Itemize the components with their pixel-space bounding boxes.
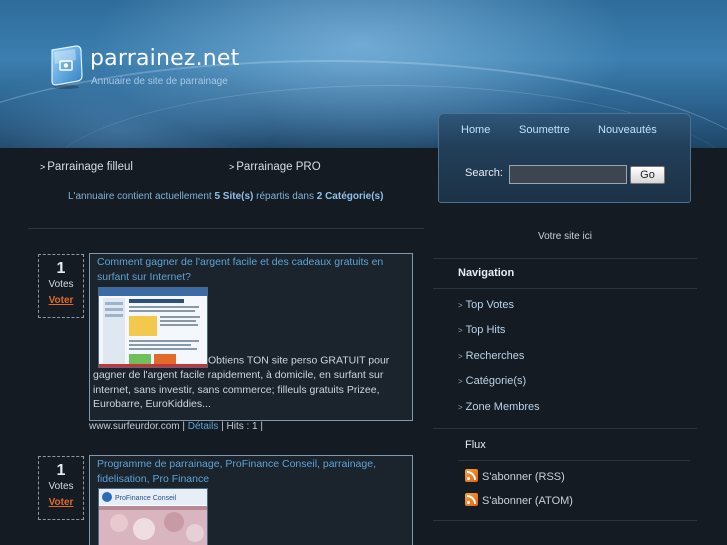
votes-label: Votes <box>48 279 74 290</box>
site-count: 5 Site(s) <box>214 191 254 202</box>
site-thumbnail[interactable] <box>98 287 208 368</box>
bullet-arrow-icon: > <box>229 162 235 172</box>
bullet-arrow-icon: > <box>458 326 463 335</box>
details-link[interactable]: Détails <box>188 421 219 432</box>
sidebar-item-recherches[interactable]: > Recherches <box>458 350 524 362</box>
category-link-filleul[interactable]: > Parrainage filleul <box>40 161 133 173</box>
navigation-heading: Navigation <box>458 267 515 279</box>
search-input[interactable] <box>509 165 627 184</box>
vote-box: 1 Votes Voter <box>38 254 84 318</box>
thumbnail-caption: ProFinance Conseil <box>115 495 177 502</box>
sidebar-item-label[interactable]: Top Hits <box>466 324 506 336</box>
site-title[interactable]: parrainez.net <box>90 46 239 71</box>
category-link-pro[interactable]: > Parrainage PRO <box>229 161 321 173</box>
sidebar-item-top-hits[interactable]: > Top Hits <box>458 324 505 336</box>
sidebar-item-categories[interactable]: > Catégorie(s) <box>458 375 526 387</box>
listing-title[interactable]: Comment gagner de l'argent facile et des… <box>93 255 409 284</box>
description-head: Obtiens TON site perso GRATUIT pour <box>208 354 390 367</box>
bullet-arrow-icon: > <box>458 352 463 361</box>
listing-description: Obtiens TON site perso GRATUIT pour gagn… <box>93 284 409 412</box>
vote-link[interactable]: Voter <box>39 295 83 306</box>
search-label: Search: <box>465 167 503 179</box>
count-middle: répartis dans <box>256 191 314 202</box>
listing-meta: www.surfeurdor.com | Détails | Hits : 1 … <box>89 421 263 432</box>
hits-count: | Hits : 1 | <box>221 421 263 432</box>
divider <box>433 520 697 521</box>
ad-banner-text[interactable]: Votre site ici <box>538 231 592 242</box>
logo-icon[interactable] <box>48 44 84 90</box>
nav-nouveautes-link[interactable]: Nouveautés <box>598 124 657 136</box>
description-rest: gagner de l'argent facile rapidement, à … <box>93 369 384 410</box>
feed-label[interactable]: S'abonner (ATOM) <box>482 495 573 507</box>
sidebar-item-label[interactable]: Catégorie(s) <box>466 375 527 387</box>
category-count: 2 Catégorie(s) <box>316 191 384 202</box>
bullet-arrow-icon: > <box>458 403 463 412</box>
vote-count: 1 <box>56 260 66 277</box>
meta-separator: | <box>182 421 185 432</box>
rss-feed-link[interactable]: S'abonner (RSS) <box>465 469 565 483</box>
sidebar-item-label[interactable]: Zone Membres <box>466 401 540 413</box>
votes-label: Votes <box>48 481 74 492</box>
feed-label[interactable]: S'abonner (RSS) <box>482 471 565 483</box>
divider <box>433 428 697 429</box>
bullet-arrow-icon: > <box>40 162 46 172</box>
sidebar-item-label[interactable]: Recherches <box>466 350 525 362</box>
top-navigation: Home Soumettre Nouveautés Search: Go <box>438 113 691 203</box>
directory-count: L'annuaire contient actuellement 5 Site(… <box>68 191 383 202</box>
search-go-button[interactable]: Go <box>630 166 665 184</box>
rss-icon <box>465 469 478 482</box>
atom-feed-link[interactable]: S'abonner (ATOM) <box>465 493 573 507</box>
vote-count: 1 <box>56 462 66 479</box>
site-subtitle: Annuaire de site de parrainage <box>91 76 228 87</box>
site-thumbnail[interactable]: ProFinance Conseil <box>98 488 208 545</box>
listing-url[interactable]: www.surfeurdor.com <box>89 421 180 432</box>
sidebar-item-zone-membres[interactable]: > Zone Membres <box>458 401 540 413</box>
listing-entry: Comment gagner de l'argent facile et des… <box>89 253 413 421</box>
count-prefix: L'annuaire contient actuellement <box>68 191 212 202</box>
bullet-arrow-icon: > <box>458 301 463 310</box>
rss-icon <box>465 493 478 506</box>
divider <box>433 258 697 259</box>
sidebar-item-top-votes[interactable]: > Top Votes <box>458 299 514 311</box>
divider <box>458 460 690 461</box>
vote-box: 1 Votes Voter <box>38 456 84 520</box>
divider <box>28 228 424 229</box>
top-menu: Home Soumettre Nouveautés <box>439 124 690 144</box>
flux-heading: Flux <box>465 439 486 451</box>
nav-home-link[interactable]: Home <box>461 124 490 136</box>
bullet-arrow-icon: > <box>458 377 463 386</box>
nav-soumettre-link[interactable]: Soumettre <box>519 124 570 136</box>
vote-link[interactable]: Voter <box>39 497 83 508</box>
category-label[interactable]: Parrainage filleul <box>47 161 133 173</box>
category-label[interactable]: Parrainage PRO <box>236 161 320 173</box>
sidebar-item-label[interactable]: Top Votes <box>466 299 514 311</box>
listing-entry: Programme de parrainage, ProFinance Cons… <box>89 455 413 545</box>
divider <box>433 288 697 289</box>
thumbnail-image: ProFinance Conseil <box>99 489 207 545</box>
listing-title[interactable]: Programme de parrainage, ProFinance Cons… <box>93 457 409 486</box>
thumbnail-image <box>99 288 207 367</box>
